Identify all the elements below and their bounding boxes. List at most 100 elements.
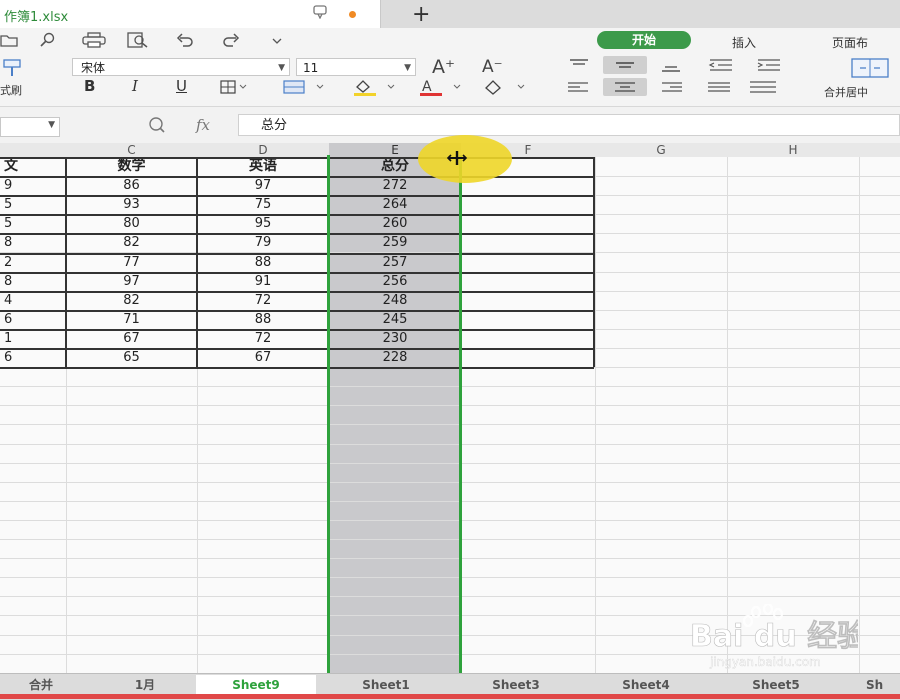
clear-format-icon[interactable] [482,78,532,96]
table-cell[interactable]: 245 [329,310,461,329]
customize-toolbar-icon[interactable] [270,32,284,48]
sheet-tab-sheet5[interactable]: Sheet5 [716,675,836,695]
table-cell[interactable]: 65 [66,348,197,367]
header-cell[interactable]: 文 [0,157,66,176]
insert-function-button[interactable]: fx [196,116,210,134]
align-right-icon[interactable] [656,78,686,96]
open-icon[interactable] [0,32,18,48]
tab-insert[interactable]: 插入 [732,34,756,51]
row-gridline [0,482,900,483]
table-cell[interactable]: 9 [0,176,66,195]
indent-decrease-icon[interactable] [706,56,736,74]
align-center-button[interactable] [603,78,647,96]
font-color-icon[interactable]: A [418,78,464,96]
row-gridline [0,424,900,425]
table-cell[interactable]: 6 [0,310,66,329]
column-header-h[interactable]: H [727,143,859,157]
table-cell[interactable]: 256 [329,272,461,291]
table-cell[interactable]: 8 [0,272,66,291]
table-cell[interactable]: 72 [197,329,329,348]
column-header-g[interactable]: G [595,143,727,157]
table-cell[interactable]: 93 [66,195,197,214]
borders-icon[interactable] [220,80,248,94]
table-cell[interactable]: 86 [66,176,197,195]
table-cell[interactable]: 264 [329,195,461,214]
table-cell[interactable]: 5 [0,195,66,214]
table-cell[interactable]: 230 [329,329,461,348]
zoom-search-icon[interactable] [146,116,174,134]
tab-home[interactable]: 开始 [597,31,691,49]
table-cell[interactable]: 80 [66,214,197,233]
print-preview-icon[interactable] [127,32,153,48]
sheet-tab-merge[interactable]: 合并 [6,675,76,695]
merge-center-icon[interactable] [848,56,892,80]
table-cell[interactable]: 248 [329,291,461,310]
sheet-tab-sheet4[interactable]: Sheet4 [586,675,706,695]
format-painter-icon[interactable] [2,58,26,78]
table-cell[interactable]: 67 [197,348,329,367]
table-cell[interactable]: 8 [0,233,66,252]
decrease-font-icon[interactable]: A⁻ [482,57,503,77]
name-box[interactable]: ▼ [0,117,60,137]
table-cell[interactable]: 79 [197,233,329,252]
new-tab-button[interactable]: + [412,2,430,27]
bold-icon[interactable]: B [84,77,95,95]
tab-page-layout[interactable]: 页面布 [832,34,868,51]
align-middle-button[interactable] [603,56,647,74]
table-cell[interactable]: 91 [197,272,329,291]
table-cell[interactable]: 95 [197,214,329,233]
table-cell[interactable]: 257 [329,253,461,272]
table-cell[interactable]: 82 [66,291,197,310]
column-header-d[interactable]: D [197,143,329,157]
table-cell[interactable]: 6 [0,348,66,367]
table-cell[interactable]: 77 [66,253,197,272]
table-cell[interactable]: 75 [197,195,329,214]
header-cell[interactable]: 数学 [66,157,197,176]
search-icon[interactable] [38,32,56,48]
table-cell[interactable]: 88 [197,310,329,329]
table-cell[interactable]: 259 [329,233,461,252]
table-cell[interactable]: 260 [329,214,461,233]
justify-icon[interactable] [704,78,734,96]
print-icon[interactable] [82,32,106,48]
align-top-icon[interactable] [564,56,594,74]
redo-icon[interactable] [222,32,240,48]
horizontal-scrollbar[interactable] [0,694,900,699]
align-left-icon[interactable] [564,78,594,96]
fill-color-icon[interactable] [352,78,398,96]
table-cell[interactable]: 97 [197,176,329,195]
table-cell[interactable]: 2 [0,253,66,272]
header-cell[interactable]: 英语 [197,157,329,176]
formula-input[interactable]: 总分 [238,114,900,136]
font-name-select[interactable]: 宋体 ▼ [72,58,290,76]
underline-icon[interactable]: U [176,77,187,95]
italic-icon[interactable]: I [132,77,138,95]
column-gridline [727,157,728,673]
distributed-align-icon[interactable] [746,78,780,96]
cell-style-icon[interactable] [283,80,327,94]
table-cell[interactable]: 97 [66,272,197,291]
sheet-tab-more[interactable]: Sh [866,675,900,695]
pin-icon[interactable] [312,5,328,19]
unsaved-dot [349,11,356,18]
sheet-tab-sheet9[interactable]: Sheet9 [196,675,316,695]
align-bottom-icon[interactable] [656,56,686,74]
table-cell[interactable]: 71 [66,310,197,329]
table-cell[interactable]: 88 [197,253,329,272]
sheet-tab-sheet3[interactable]: Sheet3 [456,675,576,695]
table-cell[interactable]: 228 [329,348,461,367]
sheet-tab-sheet1[interactable]: Sheet1 [326,675,446,695]
document-tab[interactable]: 作簿1.xlsx [0,0,381,28]
indent-increase-icon[interactable] [754,56,784,74]
sheet-tab-jan[interactable]: 1月 [100,675,190,695]
undo-icon[interactable] [176,32,194,48]
column-header-c[interactable]: C [66,143,197,157]
table-cell[interactable]: 5 [0,214,66,233]
table-cell[interactable]: 67 [66,329,197,348]
table-cell[interactable]: 1 [0,329,66,348]
increase-font-icon[interactable]: A⁺ [432,56,455,78]
table-cell[interactable]: 4 [0,291,66,310]
table-cell[interactable]: 82 [66,233,197,252]
font-size-select[interactable]: 11 ▼ [296,58,416,76]
table-cell[interactable]: 72 [197,291,329,310]
